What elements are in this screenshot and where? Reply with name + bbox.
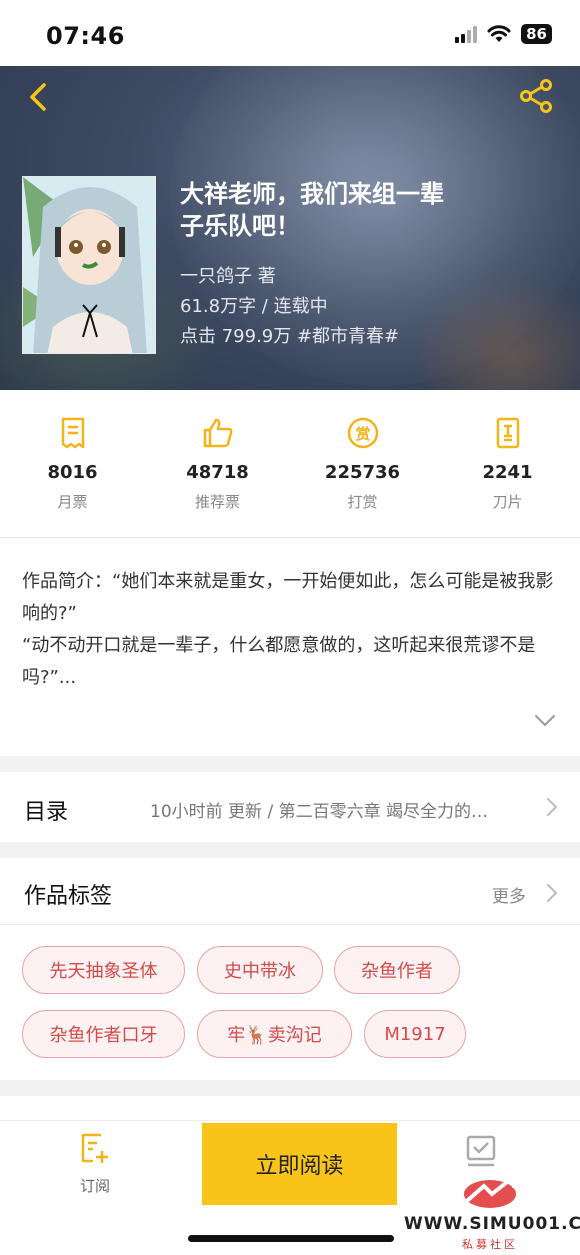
status-icons: 86 <box>455 24 552 44</box>
back-arrow-icon[interactable] <box>22 80 56 114</box>
book-cover[interactable] <box>22 176 156 354</box>
stat-reward[interactable]: 赏 225736 打赏 <box>290 390 435 537</box>
status-time: 07:46 <box>46 22 125 50</box>
stat-recommend-ticket[interactable]: 48718 推荐票 <box>145 390 290 537</box>
monthly-ticket-icon <box>61 417 84 449</box>
battery-indicator: 86 <box>521 24 552 44</box>
stat-value: 2241 <box>482 462 533 483</box>
tags-heading: 作品标签 <box>24 884 113 909</box>
stat-label: 刀片 <box>492 493 523 511</box>
book-clicks-genre: 点击 799.9万 #都市青春# <box>180 326 400 347</box>
tag-chip[interactable]: 先天抽象圣体 <box>22 946 185 994</box>
synopsis-text: 作品简介：“她们本来就是重女，一开始便如此，怎么可能是被我影响的?” “动不动开… <box>22 571 554 688</box>
stat-label: 打赏 <box>347 493 378 511</box>
watermark-subtext: 私募社区 <box>462 1238 518 1251</box>
status-bar: 07:46 86 <box>0 0 580 66</box>
read-now-button[interactable]: 立即阅读 <box>202 1123 397 1205</box>
book-word-count-status: 61.8万字 / 连载中 <box>180 296 328 317</box>
reward-coin-icon: 赏 <box>347 417 378 449</box>
bookshelf-check-icon[interactable] <box>462 1131 502 1171</box>
svg-text:赏: 赏 <box>355 425 370 443</box>
stat-label: 月票 <box>57 493 88 511</box>
thumbs-up-icon <box>203 418 232 448</box>
watermark-text: WWW.SIMU001.CN <box>404 1214 580 1234</box>
tag-chip[interactable]: 牢🦌卖沟记 <box>197 1010 352 1058</box>
stat-value: 225736 <box>324 462 401 483</box>
chevron-down-icon[interactable] <box>534 714 556 728</box>
book-title: 大祥老师，我们来组一辈子乐队吧！ <box>180 180 444 240</box>
wifi-icon <box>487 25 511 42</box>
tags-section: 作品标签 更多 先天抽象圣体 史中带冰 杂鱼作者 杂鱼作者口牙 牢🦌卖沟记 M1… <box>0 858 580 1080</box>
cover-illustration <box>23 177 155 353</box>
divider <box>0 924 580 925</box>
chevron-right-icon <box>547 798 558 816</box>
synopsis-section[interactable]: 作品简介：“她们本来就是重女，一开始便如此，怎么可能是被我影响的?” “动不动开… <box>0 538 580 756</box>
stat-label: 推荐票 <box>194 493 240 511</box>
stat-monthly-ticket[interactable]: 8016 月票 <box>0 390 145 537</box>
share-icon[interactable] <box>518 78 554 114</box>
watermark-logo-icon <box>464 1176 516 1208</box>
tags-more-link[interactable]: 更多 <box>492 882 526 907</box>
catalog-row[interactable]: 目录 10小时前 更新 / 第二百零六章 竭尽全力的… <box>0 772 580 842</box>
subscribe-button[interactable]: 订阅 <box>60 1131 130 1211</box>
book-header: 大祥老师，我们来组一辈子乐队吧！ 一只鸽子 著 61.8万字 / 连载中 点击 … <box>0 66 580 390</box>
tag-chip[interactable]: 杂鱼作者 <box>334 946 460 994</box>
tag-chip[interactable]: 史中带冰 <box>197 946 323 994</box>
chevron-right-icon[interactable] <box>546 883 558 903</box>
stat-value: 8016 <box>47 462 98 483</box>
stat-value: 48718 <box>186 462 249 483</box>
add-document-icon <box>81 1133 108 1163</box>
cellular-signal-icon <box>455 25 478 43</box>
blade-card-icon <box>496 417 519 449</box>
catalog-heading: 目录 <box>24 800 69 825</box>
stats-row: 8016 月票 48718 推荐票 赏 225736 打赏 2241 刀片 <box>0 390 580 538</box>
home-indicator <box>188 1235 394 1242</box>
stat-blade[interactable]: 2241 刀片 <box>435 390 580 537</box>
subscribe-label: 订阅 <box>79 1177 110 1195</box>
book-author[interactable]: 一只鸽子 著 <box>180 262 276 288</box>
latest-chapter-info: 10小时前 更新 / 第二百零六章 竭尽全力的… <box>150 802 488 822</box>
tag-chip[interactable]: 杂鱼作者口牙 <box>22 1010 185 1058</box>
tag-chip[interactable]: M1917 <box>364 1010 466 1058</box>
